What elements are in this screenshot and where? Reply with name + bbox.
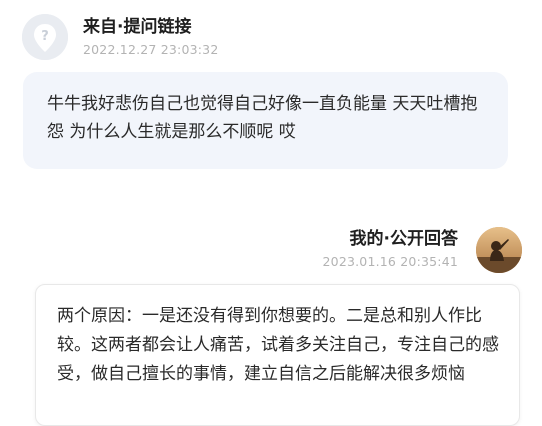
svg-text:?: ? bbox=[41, 29, 49, 44]
question-text: 牛牛我好悲伤自己也觉得自己好像一直负能量 天天吐槽抱怨 为什么人生就是那么不顺呢… bbox=[47, 94, 478, 142]
answer-card: 两个原因：一是还没有得到你想要的。二是总和别人作比较。这两者都会让人痛苦，试着多… bbox=[35, 284, 520, 426]
question-author-label: 来自·提问链接 bbox=[83, 17, 192, 37]
question-bubble: 牛牛我好悲伤自己也觉得自己好像一直负能量 天天吐槽抱怨 为什么人生就是那么不顺呢… bbox=[23, 72, 508, 169]
answer-author-label: 我的·公开回答 bbox=[349, 229, 458, 249]
question-timestamp: 2022.12.27 23:03:32 bbox=[83, 42, 219, 57]
anonymous-avatar-icon: ? bbox=[22, 14, 68, 60]
question-avatar[interactable]: ? bbox=[22, 14, 68, 60]
answer-text: 两个原因：一是还没有得到你想要的。二是总和别人作比较。这两者都会让人痛苦，试着多… bbox=[57, 306, 499, 384]
answer-avatar[interactable] bbox=[476, 227, 522, 273]
answer-timestamp: 2023.01.16 20:35:41 bbox=[322, 254, 458, 269]
user-photo-icon bbox=[476, 227, 522, 273]
